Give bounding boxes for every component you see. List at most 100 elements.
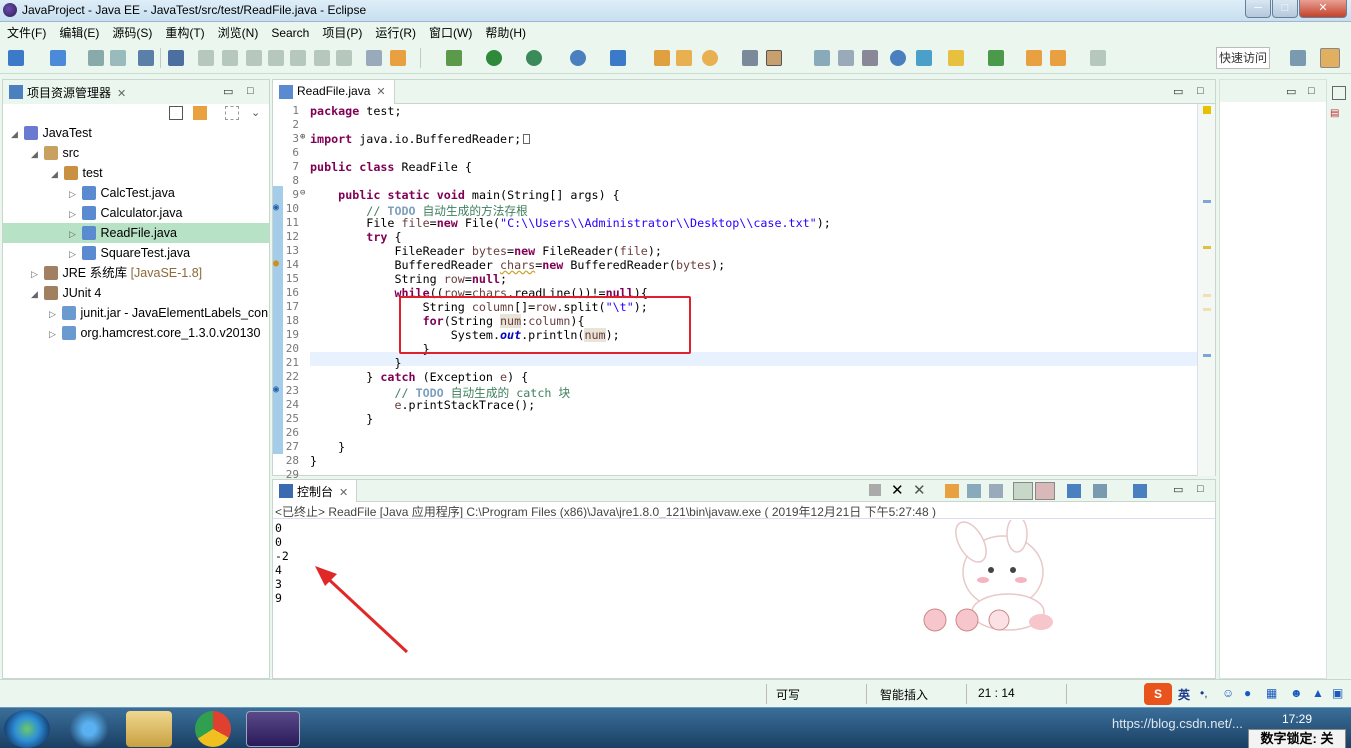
overview-ruler[interactable] — [1197, 104, 1215, 476]
tree-item-calctest[interactable]: ▷ CalcTest.java — [69, 183, 175, 203]
tab-console[interactable]: 控制台 ✕ — [273, 480, 358, 502]
tab-readfile-java[interactable]: ReadFile.java ✕ — [273, 80, 395, 104]
tree-item-junit-jar[interactable]: ▷ junit.jar - JavaElementLabels_con — [49, 303, 269, 323]
connections-icon[interactable] — [916, 50, 932, 66]
menu-help[interactable]: 帮助(H) — [478, 22, 532, 41]
word-wrap-icon[interactable] — [989, 484, 1003, 498]
pin-console-icon[interactable] — [1067, 484, 1081, 498]
tree-item-src[interactable]: ◢ src — [31, 143, 79, 163]
search-icon[interactable] — [702, 50, 718, 66]
previous-annotation-icon[interactable] — [988, 50, 1004, 66]
tree-item-junit4[interactable]: ◢ JUnit 4 — [31, 283, 101, 303]
menu-project[interactable]: 项目(P) — [315, 22, 368, 41]
collapse-all-icon[interactable] — [169, 106, 183, 120]
tree-item-test-package[interactable]: ◢ test — [51, 163, 103, 183]
open-perspective-icon[interactable] — [1290, 50, 1306, 66]
display-selected-console-icon[interactable] — [1093, 484, 1107, 498]
toolbox-icon[interactable]: ▣ — [1332, 686, 1343, 700]
menu-run[interactable]: 运行(R) — [368, 22, 422, 41]
menu-window[interactable]: 窗口(W) — [422, 22, 478, 41]
minimize-view-icon[interactable]: ▭ — [1173, 483, 1183, 496]
fold-collapsed-icon[interactable]: ⊕ — [300, 132, 305, 142]
chrome-icon[interactable] — [195, 711, 231, 747]
markers-view-icon[interactable]: ▤ — [1330, 108, 1344, 122]
start-button-icon[interactable] — [4, 710, 50, 748]
drop-frame-icon[interactable] — [366, 50, 382, 66]
tree-item-jre-library[interactable]: ▷ JRE 系统库 [JavaSE-1.8] — [31, 263, 202, 283]
disconnect-icon[interactable] — [268, 50, 284, 66]
save-icon[interactable] — [88, 50, 104, 66]
coverage-icon[interactable] — [526, 50, 542, 66]
terminate-icon[interactable] — [869, 484, 881, 496]
minimize-view-icon[interactable]: ▭ — [1286, 85, 1296, 98]
suspend-icon[interactable] — [222, 50, 238, 66]
remove-launch-icon[interactable]: ✕ — [891, 481, 904, 499]
warning-overview-marker[interactable] — [1203, 106, 1211, 114]
soft-keyboard-icon[interactable]: ▦ — [1266, 686, 1277, 700]
warning-overview-marker[interactable] — [1203, 246, 1211, 249]
tree-item-readfile-selected[interactable]: ▷ ReadFile.java — [3, 223, 269, 243]
word-wrap-icon[interactable] — [814, 50, 830, 66]
show-console-stdout-icon[interactable] — [1013, 482, 1033, 500]
close-icon[interactable]: ✕ — [376, 86, 385, 98]
maximize-button[interactable]: □ — [1272, 0, 1298, 18]
task-overview-marker[interactable] — [1203, 354, 1211, 357]
next-annotation-icon[interactable] — [948, 50, 964, 66]
ime-language[interactable]: 英 — [1178, 686, 1190, 703]
fold-expanded-icon[interactable]: ⊖ — [300, 188, 305, 198]
tab-project-explorer[interactable]: 项目资源管理器 ✕ — [3, 80, 135, 104]
view-menu-chevron-down-icon[interactable]: ⌄ — [251, 106, 260, 119]
new-class-icon[interactable] — [50, 50, 66, 66]
menu-edit[interactable]: 编辑(E) — [52, 22, 105, 41]
back-arrow-icon[interactable] — [1050, 50, 1066, 66]
minimize-view-icon[interactable]: ▭ — [223, 85, 233, 98]
maximize-view-icon[interactable]: □ — [1308, 85, 1315, 97]
open-console-icon[interactable] — [1133, 484, 1147, 498]
external-tools-icon[interactable] — [570, 50, 586, 66]
minimize-button[interactable]: ─ — [1245, 0, 1271, 18]
menu-search[interactable]: Search — [264, 24, 315, 40]
last-edit-location-icon[interactable] — [1026, 50, 1042, 66]
restore-view-icon[interactable] — [1332, 86, 1346, 100]
remove-all-terminated-icon[interactable]: ✕ — [913, 481, 926, 499]
ime-punctuation-icon[interactable]: •, — [1200, 686, 1208, 700]
occurrence-overview-marker[interactable] — [1203, 308, 1211, 311]
use-step-filters-icon[interactable] — [390, 50, 406, 66]
task-overview-marker[interactable] — [1203, 200, 1211, 203]
sogou-ime-icon[interactable]: S — [1144, 683, 1172, 705]
menu-navigate[interactable]: 浏览(N) — [211, 22, 265, 41]
maximize-view-icon[interactable]: □ — [247, 85, 254, 97]
maximize-view-icon[interactable]: □ — [1197, 85, 1204, 97]
warning-lightbulb-icon[interactable]: ● — [273, 258, 283, 272]
focus-icon[interactable] — [225, 106, 239, 120]
folded-imports-box[interactable] — [523, 134, 531, 144]
voice-input-icon[interactable]: ● — [1244, 686, 1251, 700]
skin-icon[interactable]: ▲ — [1312, 686, 1324, 700]
menu-source[interactable]: 源码(S) — [105, 22, 158, 41]
run-icon[interactable] — [486, 50, 502, 66]
save-all-icon[interactable] — [110, 50, 126, 66]
quick-access-field[interactable]: 快速访问 — [1216, 47, 1270, 69]
terminal-icon[interactable] — [138, 50, 154, 66]
forward-arrow-icon[interactable] — [1090, 50, 1106, 66]
open-type-icon[interactable] — [654, 50, 670, 66]
link-with-editor-icon[interactable] — [193, 106, 207, 120]
new-java-project-icon[interactable] — [610, 50, 626, 66]
occurrence-overview-marker[interactable] — [1203, 294, 1211, 297]
edit-pencil-icon[interactable] — [766, 50, 782, 66]
terminate-icon[interactable] — [246, 50, 262, 66]
clear-console-icon[interactable] — [945, 484, 959, 498]
user-icon[interactable]: ☻ — [1290, 686, 1303, 700]
new-icon[interactable] — [8, 50, 24, 66]
menu-file[interactable]: 文件(F) — [0, 22, 52, 41]
show-whitespace-icon[interactable] — [862, 50, 878, 66]
resume-icon[interactable] — [198, 50, 214, 66]
step-into-icon[interactable] — [290, 50, 306, 66]
internet-explorer-icon[interactable] — [62, 711, 116, 747]
tree-item-hamcrest-jar[interactable]: ▷ org.hamcrest.core_1.3.0.v20130 — [49, 323, 269, 343]
menu-refactor[interactable]: 重构(T) — [158, 22, 210, 41]
close-window-button[interactable]: ✕ — [1299, 0, 1347, 18]
close-icon[interactable]: ✕ — [339, 487, 348, 499]
debug-icon[interactable] — [446, 50, 462, 66]
emoji-icon[interactable]: ☺ — [1222, 686, 1234, 700]
